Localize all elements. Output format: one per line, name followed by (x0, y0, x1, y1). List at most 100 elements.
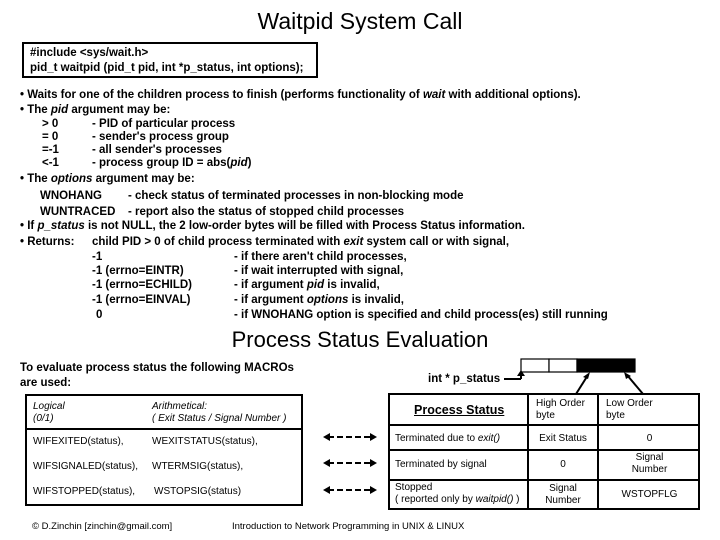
pid-desc-text: - process group ID = abs( (92, 157, 231, 169)
row-divider (390, 479, 698, 481)
bullet-italic: options (50, 173, 93, 185)
header-high-order: High Order byte (536, 398, 585, 422)
return-desc: - if argument options is invalid, (234, 293, 404, 308)
bullet-italic: exit (343, 236, 364, 248)
return-desc-text: is invalid, (324, 279, 380, 291)
macro-intro: To evaluate process status the following… (20, 361, 294, 391)
cell-text: Terminated due to (395, 433, 478, 444)
macro-arith: WEXITSTATUS(status), (152, 436, 258, 447)
return-desc-text: is invalid, (348, 294, 404, 306)
macro-arith: WSTOPSIG(status) (154, 486, 242, 497)
bullet-italic: p_status (37, 220, 85, 232)
macro-intro-line: To evaluate process status the following… (20, 362, 294, 374)
status-stopped: Stopped ( reported only by waitpid() ) (395, 482, 520, 506)
return-desc: - if wait interrupted with signal, (234, 265, 404, 277)
double-arrow-icon (323, 486, 377, 494)
pid-value: <-1 (42, 157, 59, 169)
code-include-line: #include <sys/wait.h> (30, 47, 149, 59)
header-text: Low Order (606, 398, 653, 409)
cell-text: ) (513, 494, 520, 505)
bullet-italic: wait (422, 89, 446, 101)
bullet-options: • The options argument may be: (20, 172, 195, 187)
header-text: ( Exit Status / Signal Number ) (152, 413, 287, 424)
status-exited: Terminated due to exit() (395, 433, 500, 445)
macro-arith: WTERMSIG(status), (152, 461, 244, 472)
header-process-status: Process Status (414, 403, 505, 417)
bullet-text: • The (20, 173, 51, 185)
bullet-text: • Waits for one of the children process … (20, 89, 423, 101)
bullet-pid: • The pid argument may be: (20, 103, 170, 118)
header-text: byte (606, 410, 625, 421)
macro-table-header: Logical (0/1) Arithmetical: ( Exit Statu… (27, 396, 301, 430)
header-text: Logical (33, 401, 65, 412)
header-logical: Logical (0/1) (33, 401, 65, 425)
cell-italic: waitpid() (475, 494, 514, 505)
option-name: WUNTRACED (40, 206, 116, 218)
return-value: 0 (96, 309, 103, 321)
bullet-text: is not NULL, the 2 low-order bytes will … (84, 220, 526, 232)
header-text: High Order (536, 398, 585, 409)
cell-text: Number (631, 464, 668, 475)
bullet-returns: child PID > 0 of child process terminate… (92, 235, 509, 250)
return-desc-italic: options (306, 294, 349, 306)
row-divider (390, 449, 698, 451)
cell-text: Number (545, 495, 581, 506)
bullet-text: argument may be: (92, 173, 195, 185)
return-value: -1 (errno=EINTR) (92, 265, 184, 277)
row-divider (390, 424, 698, 426)
cell-italic: exit() (477, 433, 501, 444)
return-desc-text: - if argument (234, 294, 307, 306)
macro-logical: WIFSIGNALED(status), (33, 461, 139, 472)
byte-box-1 (520, 358, 550, 373)
low-byte-value: WSTOPFLG (621, 489, 678, 500)
bullet-text: with additional options). (445, 89, 581, 101)
bullet-p-status: • If p_status is not NULL, the 2 low-ord… (20, 219, 525, 234)
byte-box-low-bytes (576, 358, 636, 373)
high-byte-value: Signal Number (529, 483, 597, 507)
pid-desc-abs: - process group ID = abs(pid) (92, 156, 251, 171)
bullet-returns-label: • Returns: (20, 236, 75, 248)
header-text: (0/1) (33, 413, 54, 424)
macro-intro-line: are used: (20, 377, 72, 389)
high-byte-value: Exit Status (539, 433, 587, 444)
double-arrow-icon (323, 459, 377, 467)
option-desc: - check status of terminated processes i… (128, 190, 464, 202)
double-arrow-icon (323, 433, 377, 441)
footer-course: Introduction to Network Programming in U… (232, 521, 465, 532)
header-low-order: Low Order byte (606, 398, 653, 422)
bullet-text: child PID > 0 of child process terminate… (92, 236, 344, 248)
return-value: -1 (errno=ECHILD) (92, 279, 192, 291)
cell-text: ( reported only by (395, 494, 476, 505)
header-text: byte (536, 410, 555, 421)
bullet-text: system call or with signal, (363, 236, 510, 248)
return-desc-italic: pid (306, 279, 325, 291)
return-value: -1 (92, 251, 103, 263)
slide-title: Waitpid System Call (257, 8, 463, 34)
return-desc: - if argument pid is invalid, (234, 278, 380, 293)
return-desc-text: - if argument (234, 279, 307, 291)
low-byte-value: Signal Number (599, 452, 700, 476)
process-status-table: Process Status High Order byte Low Order… (388, 393, 700, 510)
byte-box-2 (548, 358, 578, 373)
section-title: Process Status Evaluation (231, 327, 489, 352)
status-signaled: Terminated by signal (395, 459, 487, 470)
mapping-arrows (323, 433, 377, 494)
high-byte-value: 0 (560, 459, 566, 470)
bullet-text: • The (20, 104, 51, 116)
code-signature-box: #include <sys/wait.h> pid_t waitpid (pid… (22, 42, 318, 78)
header-arithmetical: Arithmetical: ( Exit Status / Signal Num… (152, 401, 287, 425)
pid-desc-text: ) (247, 157, 252, 169)
option-desc: - report also the status of stopped chil… (128, 206, 405, 218)
footer-author: © D.Zinchin [zinchin@gmail.com] (32, 521, 173, 532)
bullet-text: • If (20, 220, 38, 232)
pid-desc-italic: pid (230, 157, 248, 169)
cell-text: Signal (635, 452, 664, 463)
macro-table: Logical (0/1) Arithmetical: ( Exit Statu… (25, 394, 303, 506)
code-prototype-line: pid_t waitpid (pid_t pid, int *p_status,… (30, 62, 304, 74)
low-byte-arrow (626, 374, 644, 395)
cell-text: Stopped (395, 482, 433, 493)
header-text: Arithmetical: (152, 401, 208, 412)
option-name: WNOHANG (40, 190, 102, 202)
bullet-waits: • Waits for one of the children process … (20, 88, 581, 103)
macro-logical: WIFSTOPPED(status), (33, 486, 136, 497)
